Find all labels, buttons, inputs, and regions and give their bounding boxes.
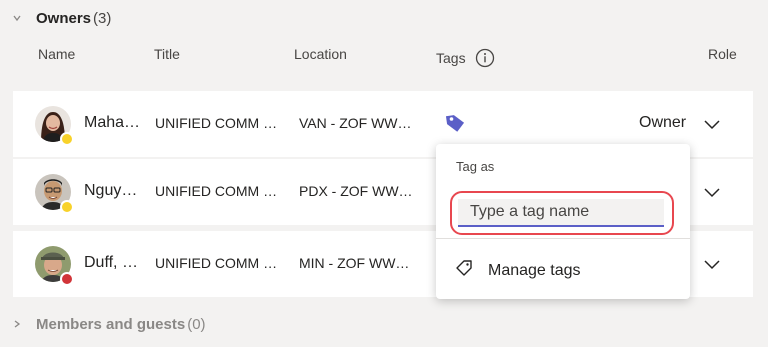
member-title: UNIFIED COMM … <box>155 255 278 271</box>
tag-popup: Tag as Manage tags <box>436 144 690 299</box>
status-away-icon <box>60 132 74 146</box>
owners-title: Owners <box>36 9 92 27</box>
column-header-tags: Tags <box>436 48 495 71</box>
member-location: PDX - ZOF WW… <box>299 183 413 199</box>
info-icon[interactable] <box>475 48 495 71</box>
owners-section-header[interactable]: Owners (3) <box>12 6 111 30</box>
popup-divider <box>436 238 690 239</box>
tag-icon[interactable] <box>444 112 466 137</box>
member-title: UNIFIED COMM … <box>155 183 278 199</box>
column-header-name[interactable]: Name <box>38 46 75 62</box>
tags-label: Tags <box>436 50 466 67</box>
column-header-title[interactable]: Title <box>154 46 180 62</box>
role-dropdown-chevron-icon[interactable] <box>703 115 721 133</box>
member-title: UNIFIED COMM … <box>155 115 278 131</box>
tag-input-highlight <box>450 191 674 235</box>
status-busy-icon <box>60 272 74 286</box>
member-name[interactable]: Maha… <box>84 114 140 132</box>
manage-tag-icon <box>454 258 474 283</box>
status-away-icon <box>60 200 74 214</box>
member-location: VAN - ZOF WW… <box>299 115 412 131</box>
tag-name-input[interactable] <box>458 199 664 227</box>
members-count: (0) <box>187 315 206 333</box>
collapse-chevron-icon[interactable] <box>12 13 22 23</box>
column-header-location[interactable]: Location <box>294 46 347 62</box>
expand-chevron-icon[interactable] <box>12 319 22 329</box>
role-dropdown-chevron-icon[interactable] <box>703 255 721 273</box>
role-dropdown-chevron-icon[interactable] <box>703 183 721 201</box>
manage-tags-label: Manage tags <box>488 261 581 279</box>
member-location: MIN - ZOF WW… <box>299 255 410 271</box>
manage-tags-menu-item[interactable]: Manage tags <box>454 258 581 283</box>
column-header-role[interactable]: Role <box>708 46 737 62</box>
tag-as-label: Tag as <box>456 159 495 174</box>
member-role[interactable]: Owner <box>639 114 686 132</box>
members-title: Members and guests <box>36 315 186 333</box>
members-section-header[interactable]: Members and guests (0) <box>12 313 206 335</box>
member-name[interactable]: Duff, … <box>84 254 138 272</box>
owners-count: (3) <box>93 9 112 27</box>
member-name[interactable]: Nguy… <box>84 182 137 200</box>
